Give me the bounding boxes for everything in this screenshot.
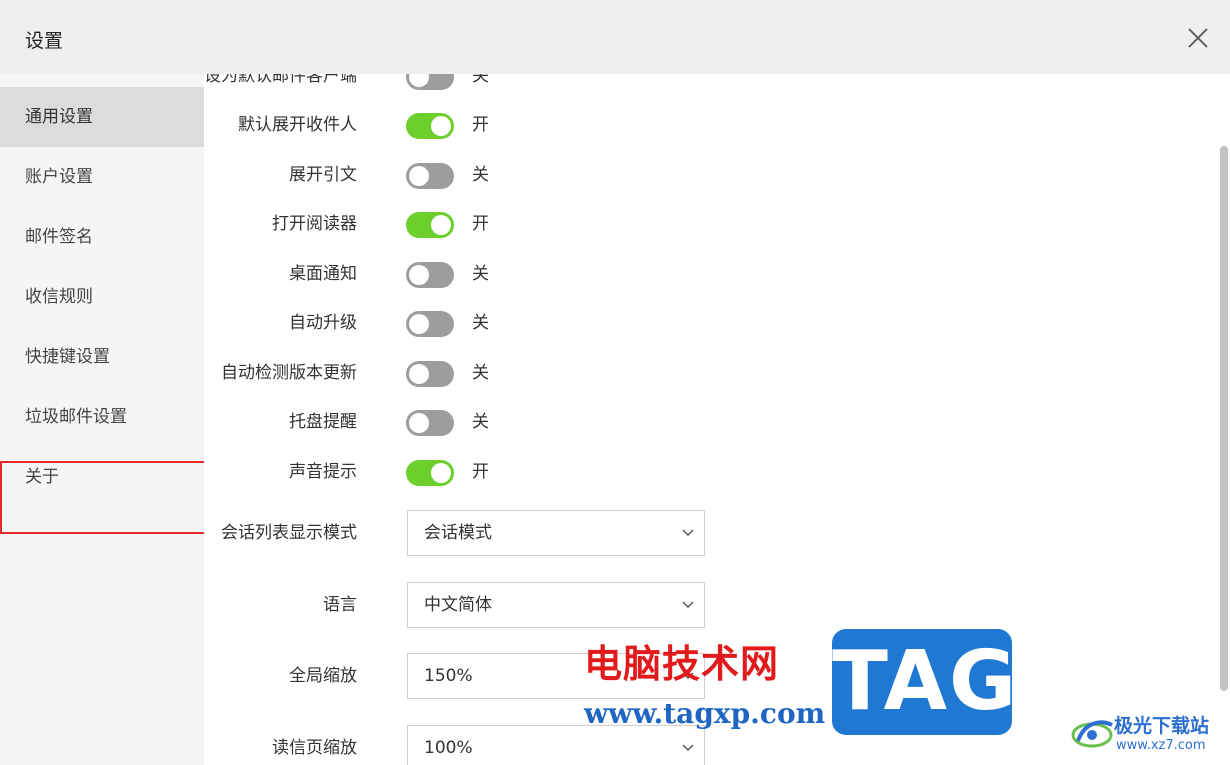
sidebar-item-general[interactable]: 通用设置 — [0, 87, 204, 147]
close-icon — [1188, 28, 1208, 48]
sidebar-item-shortcuts[interactable]: 快捷键设置 — [0, 327, 204, 387]
setting-label: 全局缩放 — [289, 666, 357, 686]
select-value: 150% — [424, 666, 473, 686]
setting-row-desktop-notify: 桌面通知 关 — [204, 254, 1204, 294]
select-value: 中文简体 — [424, 595, 492, 615]
toggle-knob — [409, 265, 429, 285]
watermark2-site-name: 极光下载站 — [1114, 715, 1210, 737]
setting-label: 声音提示 — [289, 462, 357, 482]
toggle-state-text: 开 — [472, 214, 489, 234]
toggle-knob — [409, 413, 429, 433]
chevron-down-icon — [682, 528, 694, 538]
setting-row-auto-upgrade: 自动升级 关 — [204, 303, 1204, 343]
sidebar-item-account[interactable]: 账户设置 — [0, 147, 204, 207]
toggle-state-text: 关 — [472, 165, 489, 185]
toggle-state-text: 关 — [472, 264, 489, 284]
toggle-desktop-notify[interactable] — [406, 262, 454, 288]
setting-label: 自动升级 — [289, 313, 357, 333]
toggle-expand-quote[interactable] — [406, 163, 454, 189]
setting-label: 会话列表显示模式 — [221, 523, 357, 543]
watermark-site-url: www.tagxp.com — [584, 697, 826, 730]
dialog-titlebar: 设置 — [0, 0, 1230, 74]
setting-label: 打开阅读器 — [272, 214, 357, 234]
setting-label: 默认展开收件人 — [238, 115, 357, 135]
settings-sidebar: 通用设置 账户设置 邮件签名 收信规则 快捷键设置 垃圾邮件设置 关于 — [0, 74, 204, 765]
setting-label: 读信页缩放 — [272, 738, 357, 758]
setting-label: 托盘提醒 — [289, 412, 357, 432]
setting-row-auto-check-update: 自动检测版本更新 关 — [204, 353, 1204, 393]
sidebar-item-rules[interactable]: 收信规则 — [0, 267, 204, 327]
close-button[interactable] — [1186, 26, 1210, 50]
watermark-tag-logo: TAG — [832, 629, 1016, 735]
toggle-knob — [431, 215, 451, 235]
toggle-auto-upgrade[interactable] — [406, 311, 454, 337]
toggle-knob — [409, 74, 429, 87]
sidebar-item-about[interactable]: 关于 — [0, 447, 204, 507]
select-value: 100% — [424, 738, 473, 758]
toggle-tray-reminder[interactable] — [406, 410, 454, 436]
watermark-site-name: 电脑技术网 — [584, 641, 780, 686]
toggle-default-client[interactable] — [406, 74, 454, 90]
toggle-state-text: 关 — [472, 363, 489, 383]
select-value: 会话模式 — [424, 523, 492, 543]
setting-label: 桌面通知 — [289, 264, 357, 284]
watermark-secondary: 极光下载站 www.xz7.com — [1070, 709, 1220, 765]
toggle-knob — [409, 166, 429, 186]
select-conversation-mode[interactable]: 会话模式 — [407, 510, 705, 556]
toggle-knob — [431, 116, 451, 136]
watermark-overlay: 电脑技术网 www.tagxp.com TAG 极光下载站 www.xz7.co… — [570, 625, 1220, 765]
toggle-state-text: 关 — [472, 74, 489, 86]
setting-label: 设为默认邮件客户端 — [204, 74, 357, 86]
dialog-title: 设置 — [25, 30, 64, 52]
toggle-knob — [409, 314, 429, 334]
sidebar-item-spam[interactable]: 垃圾邮件设置 — [0, 387, 204, 447]
setting-row-open-reader: 打开阅读器 开 — [204, 204, 1204, 244]
setting-row-tray-reminder: 托盘提醒 关 — [204, 402, 1204, 442]
watermark2-site-url: www.xz7.com — [1116, 738, 1206, 753]
toggle-state-text: 关 — [472, 313, 489, 333]
sidebar-item-signature[interactable]: 邮件签名 — [0, 207, 204, 267]
toggle-state-text: 开 — [472, 115, 489, 135]
toggle-state-text: 关 — [472, 412, 489, 432]
toggle-sound[interactable] — [406, 460, 454, 486]
setting-row-default-client: 设为默认邮件客户端 关 — [204, 74, 1204, 96]
setting-row-sound: 声音提示 开 — [204, 452, 1204, 492]
toggle-knob — [409, 364, 429, 384]
chevron-down-icon — [682, 600, 694, 610]
aurora-logo-icon — [1070, 713, 1116, 753]
toggle-state-text: 开 — [472, 462, 489, 482]
setting-row-expand-recipients: 默认展开收件人 开 — [204, 105, 1204, 145]
toggle-open-reader[interactable] — [406, 212, 454, 238]
setting-label: 语言 — [323, 595, 357, 615]
setting-label: 展开引文 — [289, 165, 357, 185]
setting-row-expand-quote: 展开引文 关 — [204, 155, 1204, 195]
setting-label: 自动检测版本更新 — [221, 363, 357, 383]
toggle-auto-check-update[interactable] — [406, 361, 454, 387]
select-language[interactable]: 中文简体 — [407, 582, 705, 628]
content-scrollbar-thumb[interactable] — [1220, 146, 1228, 691]
toggle-knob — [431, 463, 451, 483]
toggle-expand-recipients[interactable] — [406, 113, 454, 139]
